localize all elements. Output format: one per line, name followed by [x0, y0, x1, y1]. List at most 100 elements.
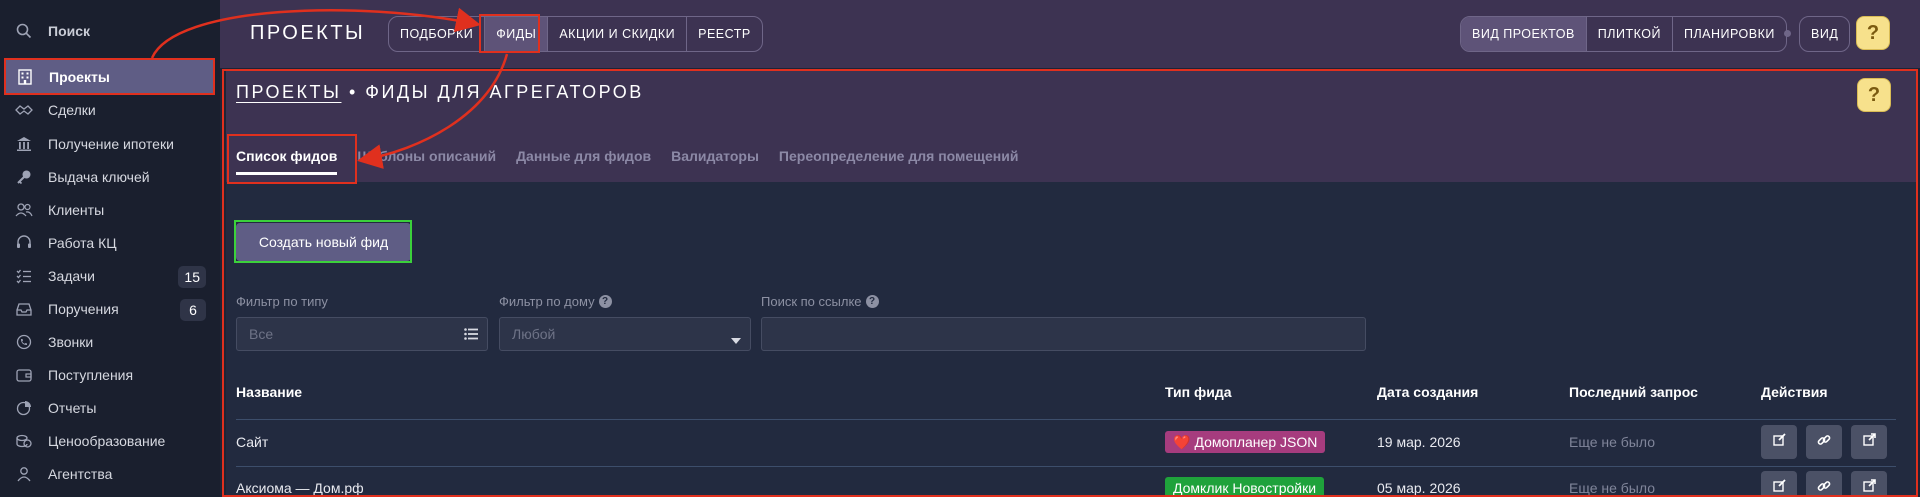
external-link-icon	[1862, 479, 1876, 497]
sidebar-item-label: Ценообразование	[48, 432, 166, 449]
type-filter-input[interactable]: Все	[236, 317, 488, 351]
column-header-name[interactable]: Название	[236, 384, 302, 400]
page-title: ПРОЕКТЫ • ФИДЫ ДЛЯ АГРЕГАТОРОВ	[236, 82, 644, 103]
coins-icon	[14, 432, 34, 450]
sidebar-item-label: Поручения	[48, 300, 119, 317]
table-row-created: 05 мар. 2026	[1377, 480, 1461, 496]
edit-button[interactable]	[1761, 471, 1797, 497]
sidebar-item-tasks[interactable]: Задачи 15	[0, 259, 220, 292]
table-row-divider	[236, 466, 1896, 467]
inbox-icon	[14, 300, 34, 318]
top-bar: ПРОЕКТЫ ПОДБОРКИ ФИДЫ АКЦИИ И СКИДКИ РЕЕ…	[220, 0, 1920, 68]
feed-tabs: Список фидов Шаблоны описаний Данные для…	[236, 148, 1018, 175]
tab-premises-override[interactable]: Переопределение для помещений	[779, 148, 1019, 175]
sidebar: Поиск Проекты Сделки Получение ипотеки В…	[0, 0, 220, 497]
section-nav: ПОДБОРКИ ФИДЫ АКЦИИ И СКИДКИ РЕЕСТР	[388, 16, 763, 52]
sidebar-item-reports[interactable]: Отчеты	[0, 391, 220, 424]
view-menu: ВИД	[1799, 16, 1851, 52]
question-icon[interactable]: ?	[598, 295, 612, 308]
nav-feeds[interactable]: ФИДЫ	[485, 17, 549, 51]
view-tiles[interactable]: ПЛИТКОЙ	[1587, 17, 1673, 51]
column-header-last-request[interactable]: Последний запрос	[1569, 384, 1698, 400]
sidebar-item-label: Выдача ключей	[48, 168, 150, 185]
link-search-label: Поиск по ссылке ?	[761, 294, 879, 309]
heart-icon: ❤️	[1173, 433, 1191, 450]
table-row-name[interactable]: Аксиома — Дом.рф	[236, 480, 364, 496]
edit-button[interactable]	[1761, 425, 1797, 459]
sidebar-item-callcenter[interactable]: Работа КЦ	[0, 226, 220, 259]
sidebar-item-mortgage[interactable]: Получение ипотеки	[0, 127, 220, 160]
tasks-count-badge: 15	[178, 266, 206, 288]
sidebar-search[interactable]: Поиск	[14, 22, 90, 40]
view-layouts[interactable]: ПЛАНИРОВКИ	[1673, 17, 1786, 51]
sidebar-item-agencies[interactable]: Агентства	[0, 457, 220, 490]
edit-icon	[1772, 433, 1786, 451]
copy-link-button[interactable]	[1806, 471, 1842, 497]
sidebar-item-pricing[interactable]: Ценообразование	[0, 424, 220, 457]
handshake-icon	[14, 101, 34, 119]
sidebar-item-keys[interactable]: Выдача ключей	[0, 160, 220, 193]
sidebar-item-label: Работа КЦ	[48, 234, 117, 251]
external-link-icon	[1862, 433, 1876, 451]
sidebar-item-label: Проекты	[49, 68, 110, 85]
sidebar-item-assignments[interactable]: Поручения 6	[0, 292, 220, 325]
bank-icon	[14, 135, 34, 153]
link-search-input[interactable]	[761, 317, 1366, 351]
sidebar-item-calls[interactable]: Звонки	[0, 325, 220, 358]
column-header-created[interactable]: Дата создания	[1377, 384, 1478, 400]
feed-type-text: Домопланер JSON	[1194, 434, 1318, 450]
main-content: Создать новый фид Фильтр по типу Все Фил…	[226, 182, 1916, 497]
link-search-label-text: Поиск по ссылке	[761, 294, 862, 309]
sidebar-item-projects[interactable]: Проекты	[6, 60, 213, 93]
nav-promotions[interactable]: АКЦИИ И СКИДКИ	[548, 17, 688, 51]
headset-icon	[14, 234, 34, 252]
help-icon: ?	[1866, 21, 1880, 44]
key-icon	[14, 168, 34, 186]
table-row-created: 19 мар. 2026	[1377, 434, 1461, 450]
app-brand[interactable]: ПРОЕКТЫ	[250, 22, 365, 45]
tab-description-templates[interactable]: Шаблоны описаний	[357, 148, 496, 175]
sidebar-item-label: Поступления	[48, 366, 134, 383]
tab-feed-list[interactable]: Список фидов	[236, 148, 338, 175]
page-help-button[interactable]: ?	[1857, 78, 1891, 112]
open-external-button[interactable]	[1851, 425, 1887, 459]
sidebar-item-deals[interactable]: Сделки	[0, 93, 220, 126]
tab-feed-data[interactable]: Данные для фидов	[516, 148, 651, 175]
column-header-type[interactable]: Тип фида	[1165, 384, 1232, 400]
type-filter-value: Все	[249, 326, 274, 342]
users-icon	[14, 201, 34, 219]
view-button[interactable]: ВИД	[1800, 17, 1849, 51]
sidebar-item-income[interactable]: Поступления	[0, 358, 220, 391]
table-row-name[interactable]: Сайт	[236, 434, 268, 450]
pie-chart-icon	[14, 399, 34, 417]
column-header-actions: Действия	[1761, 384, 1828, 400]
breadcrumb-projects[interactable]: ПРОЕКТЫ	[236, 82, 341, 102]
type-filter-label: Фильтр по типу	[236, 294, 328, 309]
nav-registry[interactable]: РЕЕСТР	[687, 17, 762, 51]
question-icon[interactable]: ?	[865, 295, 879, 308]
link-icon	[1817, 433, 1831, 452]
house-filter-select[interactable]: Любой	[499, 317, 751, 351]
building-icon	[15, 68, 35, 86]
type-filter-label-text: Фильтр по типу	[236, 294, 328, 309]
nav-selections[interactable]: ПОДБОРКИ	[389, 17, 486, 51]
separator-dot	[1784, 30, 1791, 37]
feed-type-badge: Домклик Новостройки	[1165, 477, 1325, 497]
list-icon	[464, 327, 478, 344]
copy-link-button[interactable]	[1806, 425, 1842, 459]
sidebar-item-label: Звонки	[48, 333, 94, 350]
help-button[interactable]: ?	[1856, 16, 1890, 50]
house-filter-label-text: Фильтр по дому	[499, 294, 595, 309]
house-filter-label: Фильтр по дому ?	[499, 294, 612, 309]
view-projects[interactable]: ВИД ПРОЕКТОВ	[1461, 17, 1587, 51]
table-row-last-request: Еще не было	[1569, 434, 1655, 450]
create-feed-button[interactable]: Создать новый фид	[236, 223, 411, 261]
table-header-divider	[236, 419, 1896, 420]
sidebar-item-clients[interactable]: Клиенты	[0, 193, 220, 226]
caret-down-icon	[731, 331, 741, 347]
tab-validators[interactable]: Валидаторы	[671, 148, 759, 175]
phone-icon	[14, 333, 34, 351]
open-external-button[interactable]	[1851, 471, 1887, 497]
edit-icon	[1772, 479, 1786, 497]
sidebar-item-label: Сделки	[48, 101, 96, 118]
